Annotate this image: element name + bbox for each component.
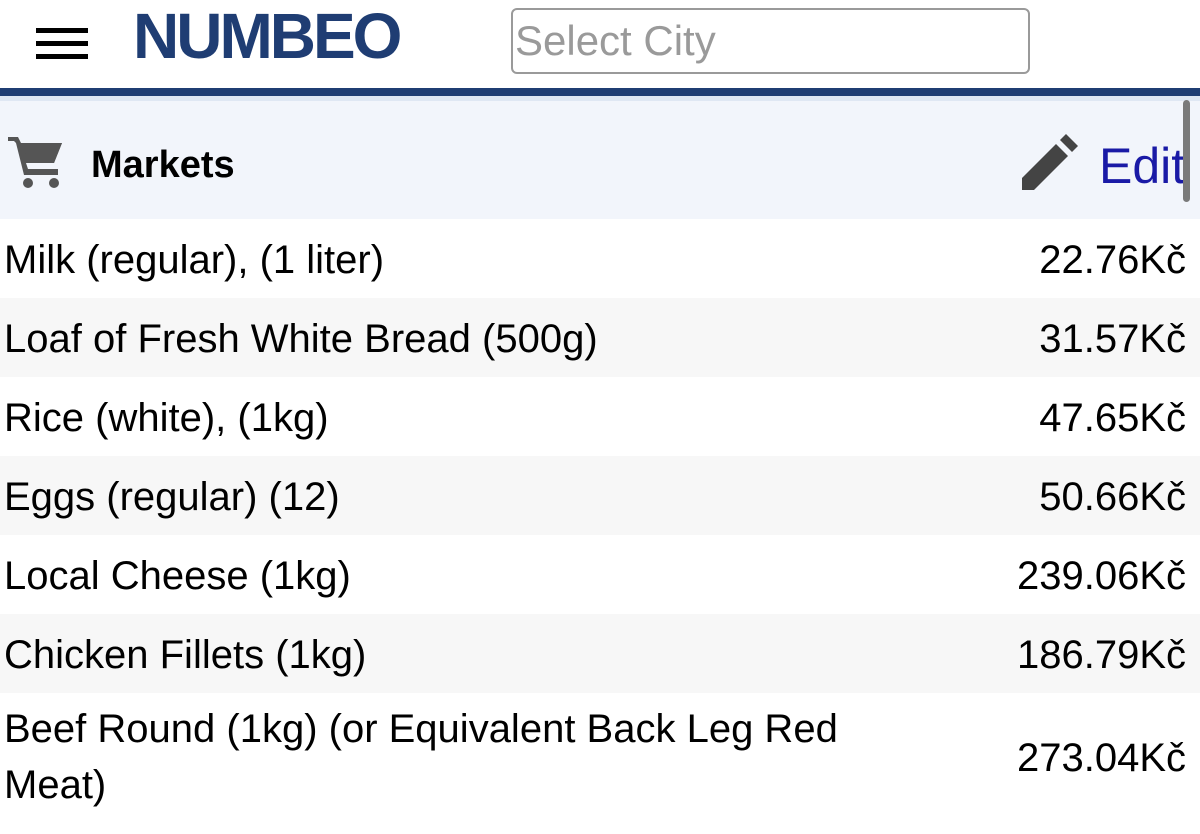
item-name: Beef Round (1kg) (or Equivalent Back Leg… [4, 707, 838, 807]
header-divider [0, 88, 1200, 96]
item-name: Loaf of Fresh White Bread (500g) [4, 317, 598, 361]
item-name: Milk (regular), (1 liter) [4, 238, 385, 282]
pencil-icon [1022, 134, 1078, 190]
shopping-cart-icon [8, 137, 62, 188]
item-price: 31.57Kč [1039, 317, 1186, 361]
scrollbar[interactable] [1183, 100, 1190, 202]
table-row: Rice (white), (1kg) 47.65Kč [0, 377, 1200, 456]
table-row: Beef Round (1kg) (or Equivalent Back Leg… [0, 693, 1200, 829]
city-search-input[interactable] [511, 8, 1030, 74]
item-name: Chicken Fillets (1kg) [4, 633, 367, 677]
item-name: Local Cheese (1kg) [4, 554, 351, 598]
numbeo-logo[interactable]: NUMBEO [133, 0, 402, 72]
section-title: Markets [91, 144, 235, 186]
item-price: 22.76Kč [1039, 238, 1186, 282]
item-price: 47.65Kč [1039, 396, 1186, 440]
table-row: Loaf of Fresh White Bread (500g) 31.57Kč [0, 298, 1200, 377]
table-row: Local Cheese (1kg) 239.06Kč [0, 535, 1200, 614]
item-name: Eggs (regular) (12) [4, 475, 340, 519]
table-row: Eggs (regular) (12) 50.66Kč [0, 456, 1200, 535]
table-row: Chicken Fillets (1kg) 186.79Kč [0, 614, 1200, 693]
item-name: Rice (white), (1kg) [4, 396, 329, 440]
price-list: Milk (regular), (1 liter) 22.76Kč Loaf o… [0, 219, 1200, 829]
item-price: 50.66Kč [1039, 475, 1186, 519]
item-price: 273.04Kč [1016, 736, 1186, 780]
top-header: NUMBEO [0, 0, 1200, 88]
item-price: 186.79Kč [1016, 633, 1186, 677]
item-price: 239.06Kč [1016, 554, 1186, 598]
edit-label: Edit [1099, 138, 1186, 194]
hamburger-menu-icon[interactable] [36, 26, 88, 62]
table-row: Milk (regular), (1 liter) 22.76Kč [0, 219, 1200, 298]
